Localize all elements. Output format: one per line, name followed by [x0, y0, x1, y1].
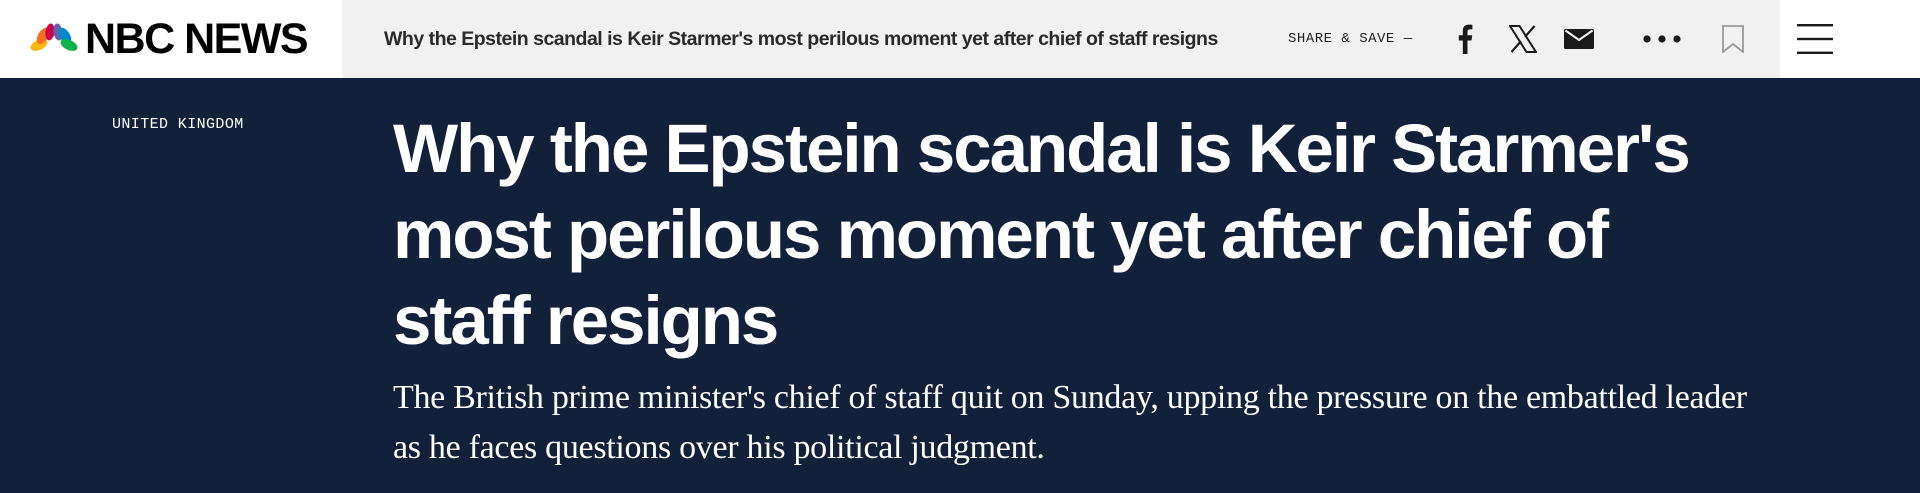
menu-icon — [1797, 24, 1833, 54]
site-header: NBC NEWS Why the Epstein scandal is Keir… — [0, 0, 1920, 78]
share-save-label: SHARE & SAVE — — [1288, 31, 1413, 47]
facebook-icon — [1458, 24, 1473, 54]
x-share-button[interactable] — [1501, 17, 1545, 61]
peacock-icon — [30, 23, 78, 53]
facebook-share-button[interactable] — [1443, 17, 1487, 61]
sticky-share-bar: Why the Epstein scandal is Keir Starmer'… — [342, 0, 1780, 78]
section-label[interactable]: UNITED KINGDOM — [112, 116, 244, 133]
email-icon — [1564, 29, 1594, 49]
sticky-headline: Why the Epstein scandal is Keir Starmer'… — [384, 28, 1218, 50]
save-bookmark-button[interactable] — [1711, 17, 1755, 61]
article-dek: The British prime minister's chief of st… — [393, 379, 1747, 466]
nbc-news-logo[interactable]: NBC NEWS — [29, 0, 339, 78]
article-hero: UNITED KINGDOM Why the Epstein scandal i… — [0, 78, 1920, 493]
email-share-button[interactable] — [1557, 17, 1601, 61]
more-options-button[interactable] — [1640, 17, 1684, 61]
menu-button[interactable] — [1789, 13, 1841, 65]
article-headline: Why the Epstein scandal is Keir Starmer'… — [393, 110, 1691, 359]
bookmark-icon — [1722, 25, 1744, 53]
logo-text: NBC NEWS — [85, 14, 309, 63]
more-icon — [1643, 35, 1681, 43]
x-icon — [1509, 25, 1537, 53]
